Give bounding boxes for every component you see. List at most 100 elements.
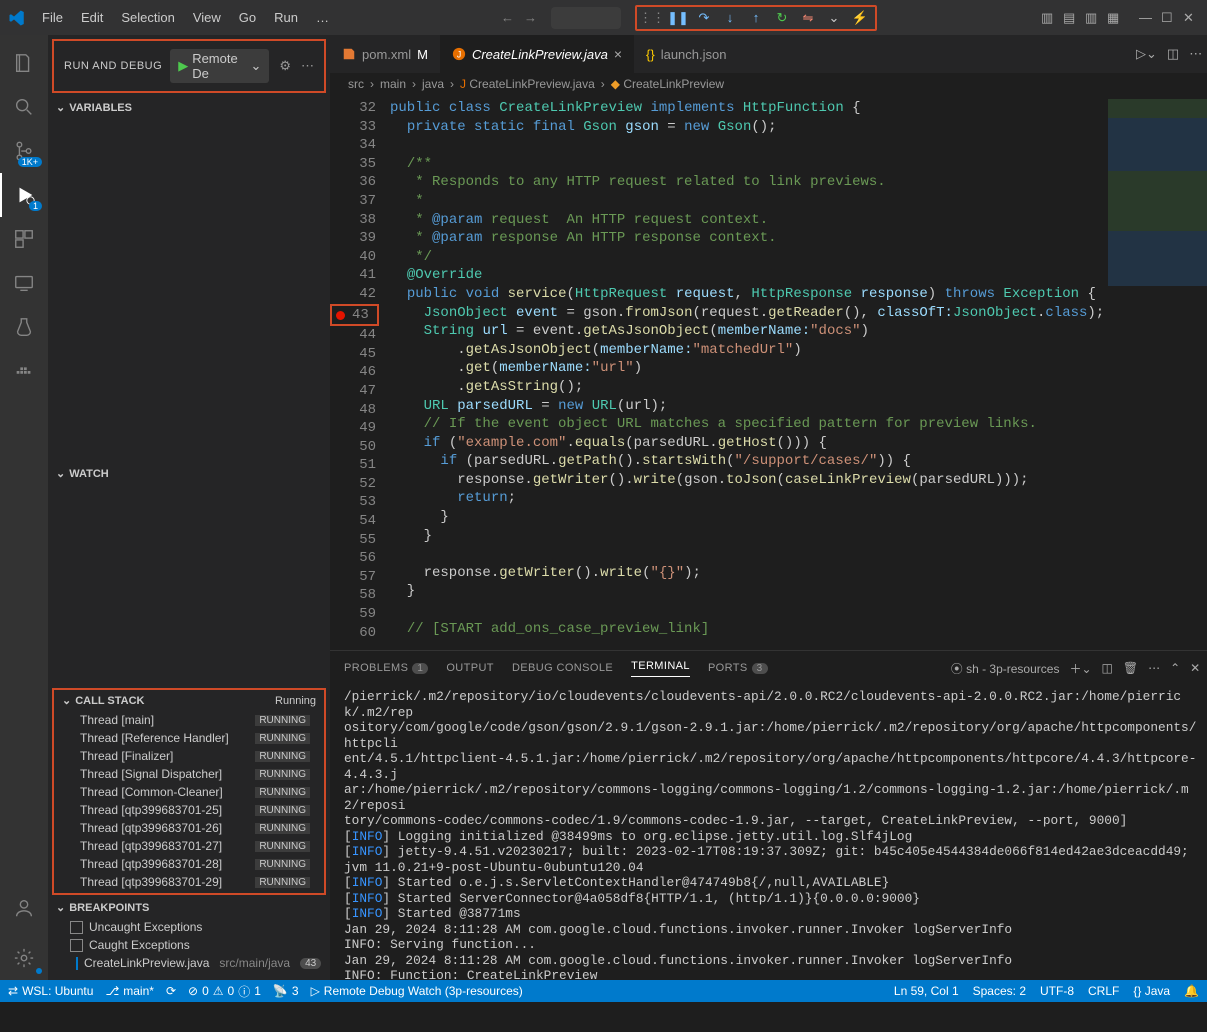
eol[interactable]: CRLF [1088,984,1119,998]
more-panel-icon[interactable]: ⋯ [1148,661,1160,675]
menu-…[interactable]: … [308,6,337,29]
panel-debug-console[interactable]: DEBUG CONSOLE [512,662,613,674]
breadcrumb[interactable]: src›main›java›J CreateLinkPreview.java›◆… [330,73,1207,95]
split-editor-icon[interactable]: ◫ [1167,46,1179,62]
bp-file-entry[interactable]: CreateLinkPreview.javasrc/main/java43 [48,954,330,972]
thread-row[interactable]: Thread [qtp399683701-28]RUNNING [58,855,320,873]
gear-icon[interactable]: ⚙ [279,58,291,74]
panel-ports[interactable]: PORTS3 [708,662,768,674]
layout-customize-icon[interactable]: ▦ [1107,10,1123,26]
breakpoints-section[interactable]: ⌄BREAKPOINTS [48,897,330,918]
nav-back-icon[interactable]: ← [501,10,514,25]
panel-problems[interactable]: PROBLEMS1 [344,662,428,674]
layout-right-icon[interactable]: ▥ [1085,10,1101,26]
thread-row[interactable]: Thread [Finalizer]RUNNING [58,747,320,765]
menu-run[interactable]: Run [266,6,306,29]
restart-icon[interactable]: ↻ [773,9,791,27]
step-out-icon[interactable]: ↑ [747,9,765,27]
remote-explorer-icon[interactable] [0,261,48,305]
thread-row[interactable]: Thread [qtp399683701-26]RUNNING [58,819,320,837]
run-editor-icon[interactable]: ▷⌄ [1136,46,1157,62]
thread-row[interactable]: Thread [Signal Dispatcher]RUNNING [58,765,320,783]
command-center[interactable] [551,7,621,29]
pause-icon[interactable]: ❚❚ [669,9,687,27]
minimap[interactable] [1104,95,1207,650]
docker-icon[interactable] [0,349,48,393]
language-mode[interactable]: {} Java [1133,984,1170,998]
accounts-icon[interactable] [0,886,48,930]
extensions-icon[interactable] [0,217,48,261]
tab-pom[interactable]: pom.xml M [330,35,440,73]
maximize-panel-icon[interactable]: ⌃ [1170,661,1180,675]
close-icon[interactable]: ✕ [1183,10,1199,26]
disconnect-icon[interactable]: ⇋ [799,9,817,27]
explorer-icon[interactable] [0,41,48,85]
terminal-select[interactable]: ⦿ sh - 3p-resources [951,660,1060,677]
menu-selection[interactable]: Selection [113,6,182,29]
menu-view[interactable]: View [185,6,229,29]
more-icon[interactable]: ⋯ [301,58,314,74]
tab-launch[interactable]: {} launch.json [634,35,738,73]
debug-session-status[interactable]: ▷ Remote Debug Watch (3p-resources) [311,984,523,998]
kill-terminal-icon[interactable]: 🗑 [1123,661,1138,675]
minimize-icon[interactable]: — [1139,10,1155,26]
menu-edit[interactable]: Edit [73,6,111,29]
remote-indicator[interactable]: ⇄ WSL: Ubuntu [8,984,93,998]
step-into-icon[interactable]: ↓ [721,9,739,27]
chevron-down-icon[interactable]: ⌄ [825,9,843,27]
terminal-output[interactable]: /pierrick/.m2/repository/io/cloudevents/… [330,685,1207,980]
menu-go[interactable]: Go [231,6,264,29]
variables-section[interactable]: ⌄VARIABLES [48,97,330,118]
start-debug-icon[interactable]: ▶ [178,58,188,74]
callstack-section[interactable]: ⌄ CALL STACK Running [54,690,324,711]
more-editor-icon[interactable]: ⋯ [1189,46,1202,62]
breadcrumb-segment[interactable]: J CreateLinkPreview.java [460,77,595,91]
breadcrumb-segment[interactable]: src [348,77,364,91]
checkbox[interactable] [76,957,78,970]
thread-row[interactable]: Thread [qtp399683701-29]RUNNING [58,873,320,891]
testing-icon[interactable] [0,305,48,349]
menu-file[interactable]: File [34,6,71,29]
bp-uncaught[interactable]: Uncaught Exceptions [48,918,330,936]
thread-row[interactable]: Thread [Common-Cleaner]RUNNING [58,783,320,801]
notifications-icon[interactable]: 🔔 [1184,984,1199,998]
branch-indicator[interactable]: ⎇ main* [105,984,154,998]
encoding[interactable]: UTF-8 [1040,984,1074,998]
tab-createlinkpreview[interactable]: J CreateLinkPreview.java × [440,35,634,73]
run-debug-icon[interactable]: 1 [0,173,48,217]
breadcrumb-segment[interactable]: java [422,77,444,91]
layout-left-icon[interactable]: ▥ [1041,10,1057,26]
thread-row[interactable]: Thread [qtp399683701-27]RUNNING [58,837,320,855]
indentation[interactable]: Spaces: 2 [973,984,1026,998]
close-panel-icon[interactable]: ✕ [1190,661,1200,675]
thread-row[interactable]: Thread [Reference Handler]RUNNING [58,729,320,747]
line-gutter[interactable]: 3233343536373839404142434445464748495051… [330,95,390,650]
debug-config-select[interactable]: ▶ Remote De ⌄ [170,49,269,83]
new-terminal-icon[interactable]: ＋⌄ [1069,660,1091,677]
nav-forward-icon[interactable]: → [524,10,537,25]
problems-indicator[interactable]: ⊘0 ⚠0 ⓘ1 [188,983,261,1000]
thread-row[interactable]: Thread [qtp399683701-25]RUNNING [58,801,320,819]
maximize-icon[interactable]: ☐ [1161,10,1177,26]
panel-terminal[interactable]: TERMINAL [631,660,690,677]
bp-caught[interactable]: Caught Exceptions [48,936,330,954]
code-editor[interactable]: public class CreateLinkPreview implement… [390,95,1104,650]
close-tab-icon[interactable]: × [614,46,622,62]
search-icon[interactable] [0,85,48,129]
ports-status[interactable]: 📡 3 [273,984,299,998]
step-over-icon[interactable]: ↷ [695,9,713,27]
sync-indicator[interactable]: ⟳ [166,984,176,998]
source-control-icon[interactable]: 1K+ [0,129,48,173]
settings-gear-icon[interactable] [0,936,48,980]
layout-bottom-icon[interactable]: ▤ [1063,10,1079,26]
panel-output[interactable]: OUTPUT [446,662,494,674]
cursor-position[interactable]: Ln 59, Col 1 [894,984,959,998]
checkbox[interactable] [70,939,83,952]
split-terminal-icon[interactable]: ◫ [1102,661,1113,675]
breadcrumb-segment[interactable]: main [380,77,406,91]
hot-reload-icon[interactable]: ⚡ [851,9,869,27]
thread-row[interactable]: Thread [main]RUNNING [58,711,320,729]
breadcrumb-segment[interactable]: ◆ CreateLinkPreview [611,77,724,91]
checkbox[interactable] [70,921,83,934]
drag-handle-icon[interactable]: ⋮⋮ [643,9,661,27]
